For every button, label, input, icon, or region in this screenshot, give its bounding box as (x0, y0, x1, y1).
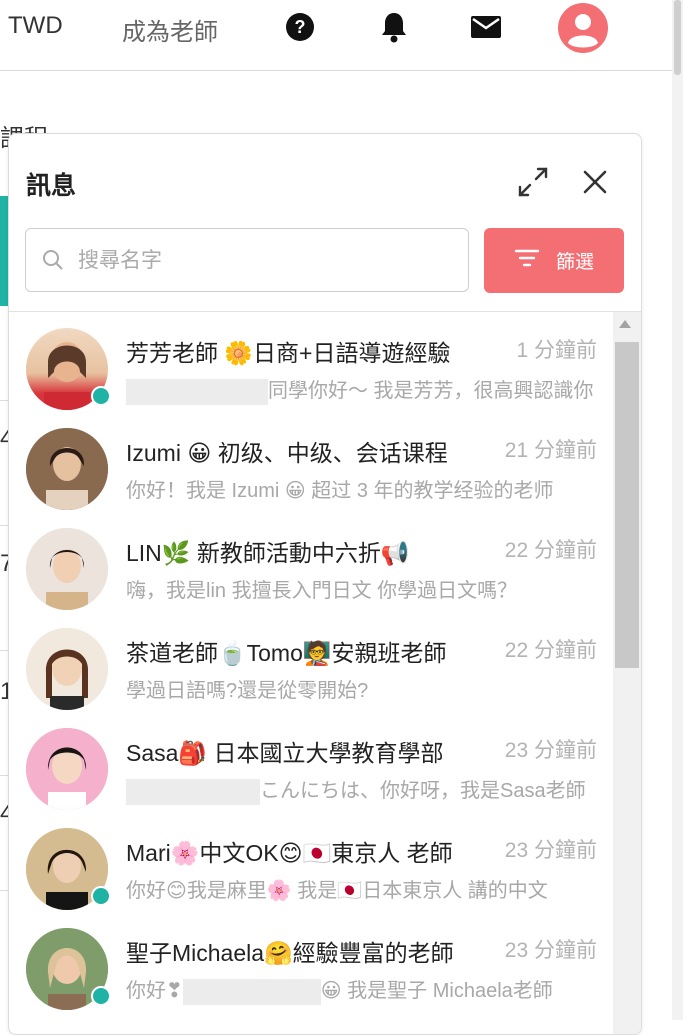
help-icon[interactable]: ? (283, 10, 317, 44)
panel-title: 訊息 (26, 172, 77, 200)
online-indicator (91, 386, 111, 406)
preview-text: こんにちは、你好呀，我是Sasa老師 (260, 780, 586, 802)
conversation-name: Izumi 😀 初级、中级、会话课程 (126, 440, 448, 466)
search-icon (42, 249, 64, 276)
conversation-preview: 同學你好～ 我是芳芳，很高興認識你 (126, 374, 596, 405)
list-scrollbar-thumb[interactable] (615, 342, 639, 668)
bg-divider (0, 525, 8, 526)
conversation-preview: 你好😊我是麻里🌸 我是🇯🇵日本東京人 講的中文 (126, 880, 548, 902)
online-indicator (91, 986, 111, 1006)
conversation-time: 22 分鐘前 (504, 539, 597, 562)
filter-label: 篩選 (555, 252, 594, 273)
svg-text:?: ? (295, 17, 306, 37)
expand-icon[interactable] (515, 164, 551, 200)
scroll-up-icon[interactable] (619, 320, 631, 328)
bg-teal-tab (0, 196, 8, 306)
avatar (26, 728, 108, 810)
top-nav: TWD 成為老師 ? (0, 0, 672, 71)
conversation-item[interactable]: Izumi 😀 初级、中级、会话课程 21 分鐘前 你好！我是 Izumi 😀 … (9, 412, 613, 512)
filter-button[interactable]: 篩選 (484, 228, 624, 293)
conversation-preview: 嗨，我是lin 我擅長入門日文 你學過日文嗎？ (126, 580, 518, 602)
user-avatar-icon[interactable] (558, 3, 608, 53)
search-input[interactable] (76, 241, 460, 281)
conversation-name: Sasa🎒 日本國立大學教育學部 (126, 740, 444, 766)
conversation-item[interactable]: 聖子Michaela🤗經驗豐富的老師 23 分鐘前 你好❣ 😀 我是聖子 Mich… (9, 912, 613, 1012)
conversation-time: 21 分鐘前 (504, 439, 597, 462)
become-teacher-link[interactable]: 成為老師 (122, 12, 218, 47)
conversation-name: Mari🌸中文OK😊🇯🇵東京人 老師 (126, 840, 453, 866)
conversation-preview: 學過日語嗎?還是從零開始? (126, 680, 369, 702)
conversation-item[interactable]: 茶道老師🍵Tomo🧑‍🏫安親班老師 22 分鐘前 學過日語嗎?還是從零開始? (9, 612, 613, 712)
conversation-time: 23 分鐘前 (504, 839, 597, 862)
conversation-time: 22 分鐘前 (504, 639, 597, 662)
conversation-time: 23 分鐘前 (504, 739, 597, 762)
filter-icon (514, 248, 540, 274)
search-box[interactable] (25, 228, 469, 292)
conversation-item[interactable]: Sasa🎒 日本國立大學教育學部 23 分鐘前 こんにちは、你好呀，我是Sasa… (9, 712, 613, 812)
online-indicator (91, 886, 111, 906)
bg-divider (0, 890, 8, 891)
redacted-block (126, 778, 260, 805)
avatar (26, 628, 108, 710)
avatar (26, 528, 108, 610)
conversation-name: 聖子Michaela🤗經驗豐富的老師 (126, 940, 454, 966)
close-icon[interactable] (577, 164, 613, 200)
page-scrollbar-thumb[interactable] (674, 0, 681, 75)
conversation-name: LIN🌿 新教師活動中六折📢 (126, 540, 410, 566)
conversation-preview: 你好❣ 😀 我是聖子 Michaela老師 (126, 974, 596, 1005)
conversation-preview: こんにちは、你好呀，我是Sasa老師 (126, 774, 596, 805)
bg-divider (0, 775, 8, 776)
page-scrollbar[interactable] (672, 0, 683, 1020)
conversation-item[interactable]: Mari🌸中文OK😊🇯🇵東京人 老師 23 分鐘前 你好😊我是麻里🌸 我是🇯🇵日… (9, 812, 613, 912)
messages-panel: 訊息 篩選 芳芳老師 🌼日商+日語導遊經驗 1 分鐘前 同學你好～ 我 (8, 133, 642, 1035)
redacted-block (126, 378, 268, 405)
conversation-item[interactable]: 芳芳老師 🌼日商+日語導遊經驗 1 分鐘前 同學你好～ 我是芳芳，很高興認識你 (9, 312, 613, 412)
conversation-time: 23 分鐘前 (504, 939, 597, 962)
conversation-time: 1 分鐘前 (516, 339, 597, 362)
conversation-item[interactable]: LIN🌿 新教師活動中六折📢 22 分鐘前 嗨，我是lin 我擅長入門日文 你學… (9, 512, 613, 612)
avatar (26, 428, 108, 510)
bg-divider (0, 650, 8, 651)
preview-text: 同學你好～ 我是芳芳，很高興認識你 (268, 380, 594, 402)
mail-icon[interactable] (469, 10, 503, 44)
conversation-name: 芳芳老師 🌼日商+日語導遊經驗 (126, 340, 451, 366)
bell-icon[interactable] (377, 10, 411, 44)
bg-divider (0, 400, 8, 401)
redacted-block (182, 978, 321, 1005)
conversation-preview: 你好！我是 Izumi 😀 超过 3 年的教学经验的老师 (126, 480, 554, 502)
conversation-name: 茶道老師🍵Tomo🧑‍🏫安親班老師 (126, 640, 447, 666)
brand-link[interactable]: TWD (8, 12, 63, 40)
preview-lead: 你好❣ (126, 980, 183, 1002)
preview-text: 😀 我是聖子 Michaela老師 (320, 980, 553, 1002)
